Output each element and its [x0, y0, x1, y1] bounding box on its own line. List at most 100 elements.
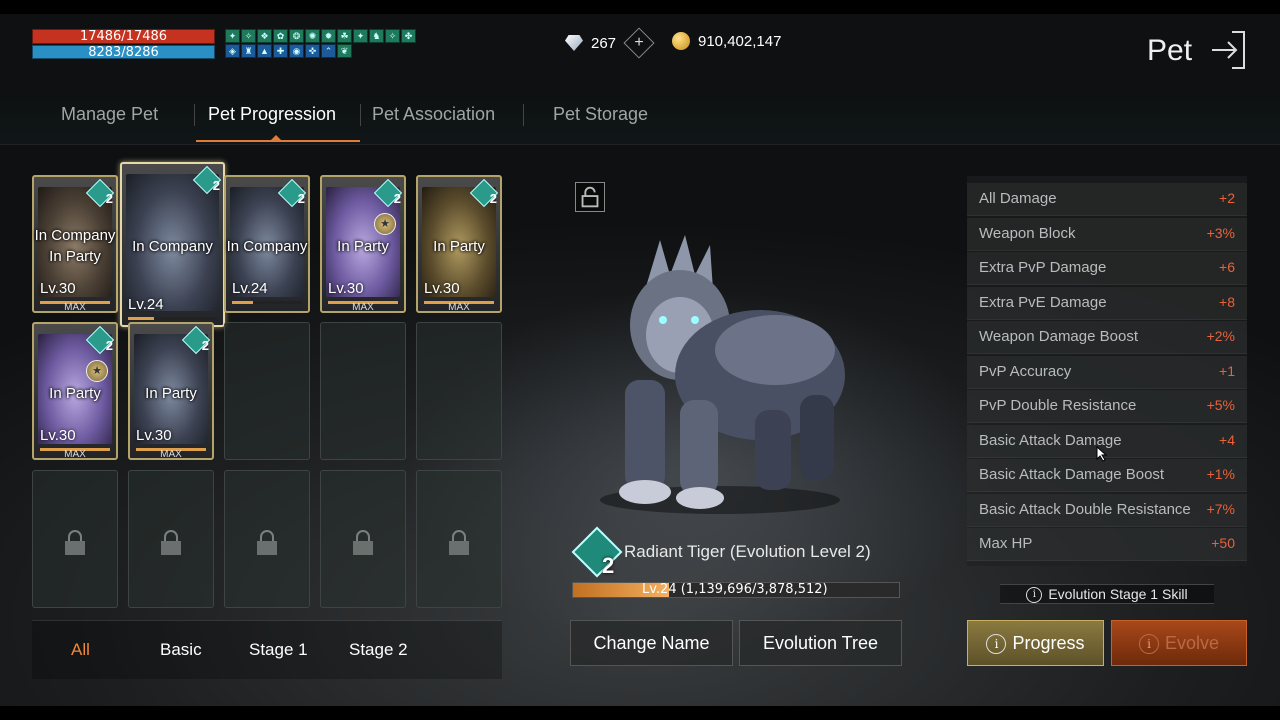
- tab-divider: [194, 104, 195, 126]
- lock-view-button[interactable]: [575, 182, 605, 212]
- max-label: MAX: [448, 302, 470, 313]
- gold-coin-icon: [672, 32, 690, 50]
- filter-basic[interactable]: Basic: [160, 640, 202, 660]
- stat-value: +4: [1219, 431, 1235, 448]
- buff-tray: ✦ ✧ ❖ ✿ ❂ ✺ ✹ ☘ ✦ ♞ ✧ ✤ ◈ ♜ ▲ ✚ ◉ ✜ ⌃ ❦: [225, 29, 416, 59]
- buff-icon[interactable]: ✺: [305, 29, 320, 43]
- stat-value: +1%: [1206, 466, 1235, 482]
- tab-pet-storage[interactable]: Pet Storage: [553, 104, 648, 125]
- evolution-tree-button[interactable]: Evolution Tree: [739, 620, 902, 666]
- tab-manage-pet[interactable]: Manage Pet: [61, 104, 158, 125]
- pet-status: In Party: [433, 238, 485, 255]
- empty-pet-slot[interactable]: [224, 322, 310, 460]
- lock-icon: [449, 530, 469, 555]
- info-icon: i: [1138, 634, 1159, 655]
- buff-icon[interactable]: ✹: [321, 29, 336, 43]
- filter-stage-1[interactable]: Stage 1: [249, 640, 308, 660]
- gold-count: 910,402,147: [698, 32, 782, 50]
- buff-icon[interactable]: ▲: [257, 44, 272, 58]
- locked-pet-slot[interactable]: [32, 470, 118, 608]
- pet-level: Lv.30: [136, 427, 172, 444]
- pet-xp-bar: [232, 301, 302, 304]
- evolve-button[interactable]: i Evolve: [1111, 620, 1247, 666]
- filter-stage-2[interactable]: Stage 2: [349, 640, 408, 660]
- locked-pet-slot[interactable]: [416, 470, 502, 608]
- pet-slot[interactable]: 2 In Company Lv.24: [224, 175, 310, 313]
- buff-icon[interactable]: ❖: [257, 29, 272, 43]
- locked-pet-slot[interactable]: [128, 470, 214, 608]
- pet-status: In Company: [132, 238, 213, 255]
- stat-row: PvP Double Resistance +5%: [967, 390, 1247, 423]
- hp-bar: 17486/17486: [32, 29, 215, 44]
- pet-slot-selected[interactable]: 2 In Company Lv.24: [120, 162, 225, 327]
- stat-name: All Damage: [979, 190, 1057, 207]
- stat-name: Basic Attack Damage Boost: [979, 466, 1165, 483]
- stat-row: Extra PvP Damage +6: [967, 252, 1247, 285]
- evolution-skill-label[interactable]: i Evolution Stage 1 Skill: [1000, 584, 1214, 604]
- pet-slot[interactable]: 2 ★ In Party Lv.30 MAX: [320, 175, 406, 313]
- max-label: MAX: [352, 302, 374, 313]
- pet-slot[interactable]: 2 ★ In Party Lv.30 MAX: [32, 322, 118, 460]
- pet-level: Lv.30: [40, 427, 76, 444]
- buff-icon[interactable]: ✧: [241, 29, 256, 43]
- buff-icon[interactable]: ✧: [385, 29, 400, 43]
- pet-slot[interactable]: 2 In Party Lv.30 MAX: [128, 322, 214, 460]
- stat-row: Weapon Block +3%: [967, 217, 1247, 251]
- stat-value: +2%: [1206, 328, 1235, 344]
- empty-pet-slot[interactable]: [416, 322, 502, 460]
- stat-name: PvP Double Resistance: [979, 397, 1137, 414]
- mouse-cursor-icon: [1096, 446, 1108, 462]
- evolution-level: 2: [105, 191, 113, 206]
- buff-icon[interactable]: ✜: [305, 44, 320, 58]
- buff-icon[interactable]: ◈: [225, 44, 240, 58]
- buff-icon[interactable]: ◉: [289, 44, 304, 58]
- buff-icon[interactable]: ✚: [273, 44, 288, 58]
- star-icon: ★: [86, 360, 108, 382]
- info-icon: i: [1026, 587, 1043, 604]
- tab-divider: [360, 104, 361, 126]
- pet-exp-text: Lv.24 (1,139,696/3,878,512): [642, 582, 828, 597]
- gem-currency: 267 +: [565, 27, 655, 59]
- pet-slot[interactable]: 2 In Company In Party Lv.30 MAX: [32, 175, 118, 313]
- progress-label: Progress: [1012, 633, 1085, 653]
- pet-slot[interactable]: 2 In Party Lv.30 MAX: [416, 175, 502, 313]
- filter-all[interactable]: All: [71, 640, 90, 660]
- stat-value: +1: [1219, 362, 1235, 379]
- buff-icon[interactable]: ♜: [241, 44, 256, 58]
- buff-icon[interactable]: ❂: [289, 29, 304, 43]
- pet-model: [600, 235, 845, 514]
- evolution-level: 2: [489, 191, 497, 206]
- stat-row: Weapon Damage Boost +2%: [967, 321, 1247, 354]
- buff-icon[interactable]: ♞: [369, 29, 384, 43]
- buff-icon[interactable]: ⌃: [321, 44, 336, 58]
- buff-icon[interactable]: ✦: [353, 29, 368, 43]
- star-icon: ★: [374, 213, 396, 235]
- progress-button[interactable]: i Progress: [967, 620, 1104, 666]
- buff-icon[interactable]: ❦: [337, 44, 352, 58]
- stat-name: Weapon Block: [979, 224, 1076, 242]
- buff-icon[interactable]: ✤: [401, 29, 416, 43]
- mp-bar: 8283/8286: [32, 45, 215, 59]
- tab-pet-progression[interactable]: Pet Progression: [208, 104, 336, 125]
- active-tab-caret: [270, 135, 282, 141]
- exit-icon[interactable]: [1210, 30, 1248, 70]
- buff-icon[interactable]: ✿: [273, 29, 288, 43]
- pet-status: In Party: [49, 385, 101, 402]
- change-name-button[interactable]: Change Name: [570, 620, 733, 666]
- evolution-level: 2: [212, 178, 220, 193]
- pet-status: In Party: [49, 248, 101, 265]
- locked-pet-slot[interactable]: [320, 470, 406, 608]
- buff-icon[interactable]: ✦: [225, 29, 240, 43]
- pet-level: Lv.24: [232, 280, 268, 297]
- add-gems-button[interactable]: +: [623, 27, 655, 59]
- hp-text: 17486/17486: [79, 29, 168, 44]
- page-title: Pet: [1147, 34, 1193, 67]
- stat-name: Basic Attack Double Resistance: [979, 500, 1191, 518]
- mp-text: 8283/8286: [88, 45, 159, 60]
- empty-pet-slot[interactable]: [320, 322, 406, 460]
- stat-value: +50: [1211, 535, 1235, 551]
- buff-icon[interactable]: ☘: [337, 29, 352, 43]
- pet-status: In Company: [34, 227, 116, 244]
- locked-pet-slot[interactable]: [224, 470, 310, 608]
- tab-pet-association[interactable]: Pet Association: [372, 104, 495, 125]
